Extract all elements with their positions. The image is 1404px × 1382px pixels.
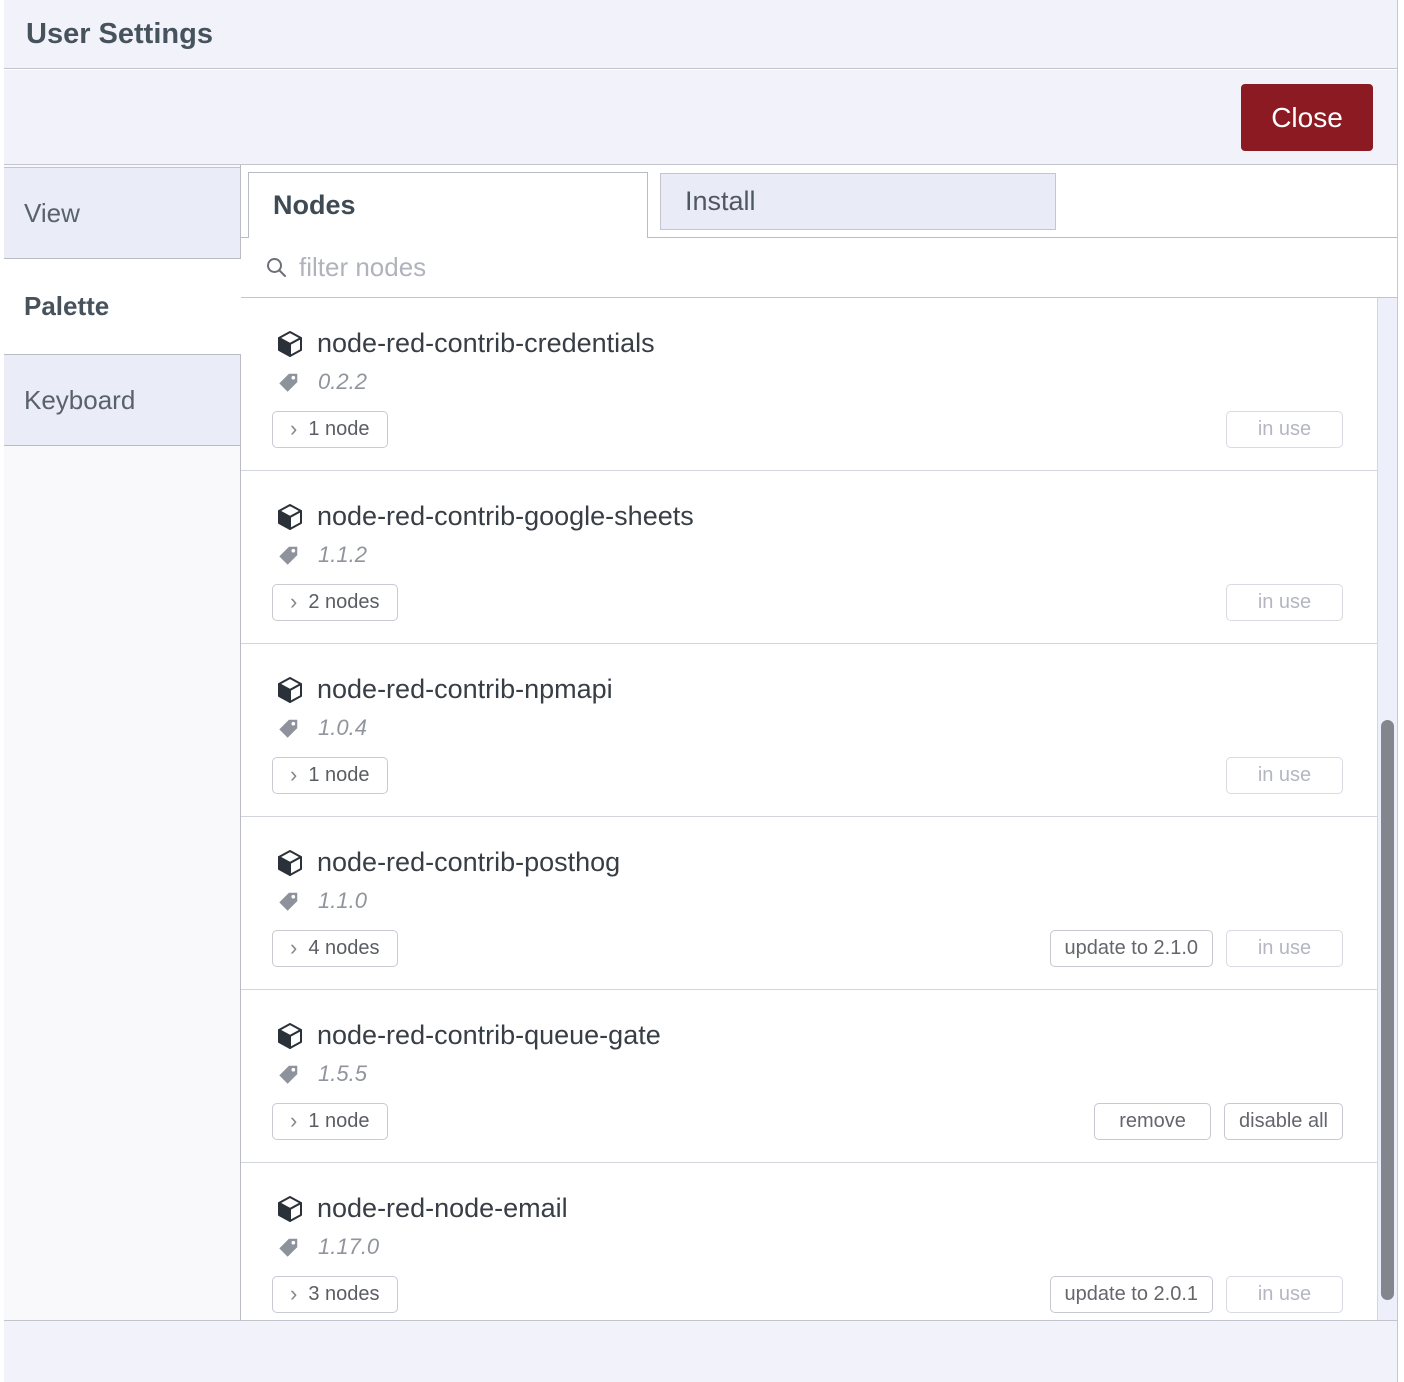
package-actions: in use — [1226, 584, 1343, 621]
chevron-right-icon: › — [290, 937, 297, 959]
dialog-body: View Palette Keyboard Nodes Install — [4, 165, 1397, 1321]
version-tag-icon — [278, 1237, 299, 1258]
package-name: node-red-contrib-queue-gate — [317, 1020, 661, 1051]
close-button[interactable]: Close — [1241, 84, 1373, 151]
in-use-button: in use — [1226, 930, 1343, 967]
package-version: 1.1.2 — [318, 542, 367, 568]
package-cube-icon — [276, 676, 304, 704]
package-version: 0.2.2 — [318, 369, 367, 395]
package-name-row: node-red-contrib-npmapi — [276, 674, 1377, 705]
node-count-toggle[interactable]: › 1 node — [272, 757, 388, 794]
package-item: node-red-contrib-queue-gate 1.5.5 › 1 no… — [241, 990, 1377, 1163]
update-button[interactable]: update to 2.0.1 — [1050, 1276, 1213, 1313]
dialog-toolbar: Close — [4, 70, 1397, 165]
node-count-label: 1 node — [308, 418, 369, 441]
update-button[interactable]: update to 2.1.0 — [1050, 930, 1213, 967]
sidebar-item-view[interactable]: View — [4, 167, 240, 259]
palette-tabbar: Nodes Install — [241, 165, 1397, 238]
package-version-row: 1.0.4 — [276, 715, 1377, 741]
disable-all-button[interactable]: disable all — [1224, 1103, 1343, 1140]
package-actions: in use — [1226, 757, 1343, 794]
package-name-row: node-red-contrib-posthog — [276, 847, 1377, 878]
search-icon — [265, 256, 289, 280]
version-tag-icon — [278, 372, 299, 393]
package-cube-icon — [276, 1022, 304, 1050]
package-actions: in use — [1226, 411, 1343, 448]
package-version: 1.5.5 — [318, 1061, 367, 1087]
in-use-button: in use — [1226, 1276, 1343, 1313]
package-name: node-red-contrib-npmapi — [317, 674, 613, 705]
package-version: 1.0.4 — [318, 715, 367, 741]
in-use-button: in use — [1226, 757, 1343, 794]
node-count-label: 1 node — [308, 1110, 369, 1133]
package-name: node-red-contrib-posthog — [317, 847, 620, 878]
chevron-right-icon: › — [290, 591, 297, 613]
package-cube-icon — [276, 1195, 304, 1223]
node-count-toggle[interactable]: › 4 nodes — [272, 930, 398, 967]
package-item: node-red-contrib-credentials 0.2.2 › 1 n… — [241, 298, 1377, 471]
chevron-right-icon: › — [290, 1110, 297, 1132]
package-actions: remove disable all — [1094, 1103, 1343, 1140]
node-count-label: 3 nodes — [308, 1283, 379, 1306]
dialog-footer — [4, 1320, 1397, 1382]
chevron-right-icon: › — [290, 418, 297, 440]
tab-nodes[interactable]: Nodes — [248, 172, 648, 238]
package-version-row: 0.2.2 — [276, 369, 1377, 395]
package-version: 1.17.0 — [318, 1234, 379, 1260]
package-name-row: node-red-contrib-credentials — [276, 328, 1377, 359]
package-cube-icon — [276, 503, 304, 531]
filter-bar — [241, 238, 1397, 298]
palette-panel: Nodes Install node-red-contrib-credentia… — [241, 165, 1397, 1321]
node-count-label: 4 nodes — [308, 937, 379, 960]
dialog-title: User Settings — [26, 18, 213, 51]
package-cube-icon — [276, 330, 304, 358]
package-cube-icon — [276, 849, 304, 877]
package-item: node-red-contrib-google-sheets 1.1.2 › 2… — [241, 471, 1377, 644]
package-version: 1.1.0 — [318, 888, 367, 914]
user-settings-dialog: User Settings Close View Palette Keyboar… — [4, 0, 1398, 1382]
version-tag-icon — [278, 545, 299, 566]
in-use-button: in use — [1226, 584, 1343, 621]
node-count-label: 2 nodes — [308, 591, 379, 614]
package-version-row: 1.1.2 — [276, 542, 1377, 568]
version-tag-icon — [278, 1064, 299, 1085]
node-count-toggle[interactable]: › 1 node — [272, 411, 388, 448]
version-tag-icon — [278, 718, 299, 739]
package-version-row: 1.5.5 — [276, 1061, 1377, 1087]
version-tag-icon — [278, 891, 299, 912]
package-item: node-red-node-email 1.17.0 › 3 nodes upd… — [241, 1163, 1377, 1321]
scrollbar-track[interactable] — [1377, 298, 1397, 1321]
in-use-button: in use — [1226, 411, 1343, 448]
package-version-row: 1.17.0 — [276, 1234, 1377, 1260]
scrollbar-thumb[interactable] — [1381, 720, 1394, 1300]
node-count-toggle[interactable]: › 1 node — [272, 1103, 388, 1140]
package-name-row: node-red-contrib-google-sheets — [276, 501, 1377, 532]
chevron-right-icon: › — [290, 1283, 297, 1305]
node-count-label: 1 node — [308, 764, 369, 787]
package-item: node-red-contrib-posthog 1.1.0 › 4 nodes… — [241, 817, 1377, 990]
package-list: node-red-contrib-credentials 0.2.2 › 1 n… — [241, 298, 1377, 1321]
sidebar-item-keyboard[interactable]: Keyboard — [4, 354, 240, 446]
dialog-header: User Settings — [4, 0, 1397, 69]
package-version-row: 1.1.0 — [276, 888, 1377, 914]
package-name-row: node-red-contrib-queue-gate — [276, 1020, 1377, 1051]
package-name-row: node-red-node-email — [276, 1193, 1377, 1224]
tab-install[interactable]: Install — [660, 173, 1056, 230]
chevron-right-icon: › — [290, 764, 297, 786]
remove-button[interactable]: remove — [1094, 1103, 1211, 1140]
settings-sidebar: View Palette Keyboard — [4, 165, 241, 1321]
package-name: node-red-contrib-google-sheets — [317, 501, 694, 532]
package-name: node-red-node-email — [317, 1193, 568, 1224]
node-count-toggle[interactable]: › 2 nodes — [272, 584, 398, 621]
package-item: node-red-contrib-npmapi 1.0.4 › 1 node i… — [241, 644, 1377, 817]
node-count-toggle[interactable]: › 3 nodes — [272, 1276, 398, 1313]
package-actions: update to 2.1.0 in use — [1050, 930, 1343, 967]
sidebar-item-palette[interactable]: Palette — [4, 259, 241, 354]
filter-nodes-input[interactable] — [297, 251, 801, 284]
package-name: node-red-contrib-credentials — [317, 328, 655, 359]
package-actions: update to 2.0.1 in use — [1050, 1276, 1343, 1313]
